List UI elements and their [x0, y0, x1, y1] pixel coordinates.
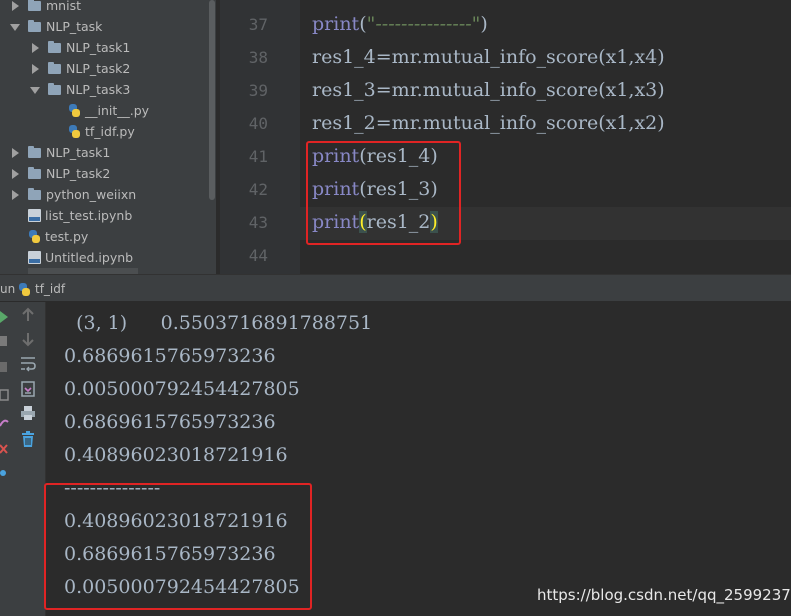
stop-icon[interactable]: [0, 334, 10, 348]
dump-threads-icon[interactable]: [0, 388, 10, 402]
tree-item-label: NLP_task1: [66, 40, 131, 55]
folder-icon: [28, 187, 41, 200]
tree-item-nlp-task2[interactable]: NLP_task2: [30, 58, 130, 79]
clear-all-icon[interactable]: [19, 430, 37, 448]
run-console-toolbar: [10, 302, 46, 616]
python-file-icon: [28, 230, 41, 243]
tree-item-list-test-ipynb[interactable]: list_test.ipynb: [28, 205, 132, 226]
tree-item-nlp-task3[interactable]: NLP_task3: [30, 79, 130, 100]
console-line: (3, 1) 0.5503716891788751: [64, 312, 373, 334]
rerun-icon[interactable]: [0, 310, 10, 324]
tree-item-init-py[interactable]: __init__.py: [68, 100, 149, 121]
tree-item-label: test.py: [45, 229, 89, 244]
print-icon[interactable]: [19, 404, 37, 422]
expand-arrow-icon[interactable]: [10, 189, 20, 200]
line-number: 42: [248, 180, 268, 199]
expand-arrow-icon[interactable]: [10, 168, 20, 179]
folder-icon: [48, 61, 61, 74]
settings-icon[interactable]: [0, 416, 10, 430]
collapse-arrow-icon[interactable]: [30, 85, 40, 95]
tree-item-label: __init__.py: [85, 103, 150, 118]
tree-item-untitled-ipynb[interactable]: Untitled.ipynb: [28, 247, 133, 268]
folder-icon: [28, 19, 41, 32]
tree-item-nlp-task2-root[interactable]: NLP_task2: [10, 163, 110, 184]
folder-icon: [28, 166, 41, 179]
folder-icon: [48, 40, 61, 53]
tree-item-nlp-task[interactable]: NLP_task: [10, 16, 102, 37]
soft-wrap-icon[interactable]: [19, 354, 37, 372]
tree-item-label: NLP_task1: [46, 145, 111, 160]
tree-item-tf-idf-py[interactable]: tf_idf.py: [68, 121, 135, 142]
close-icon[interactable]: [0, 442, 10, 456]
code-line-38[interactable]: res1_4=mr.mutual_info_score(x1,x4): [312, 41, 665, 74]
tree-item-test-py[interactable]: test.py: [28, 226, 88, 247]
scroll-down-icon[interactable]: [19, 330, 37, 348]
folder-icon: [48, 82, 61, 95]
help-icon[interactable]: [0, 466, 10, 480]
python-file-icon: [68, 104, 81, 117]
console-line: 0.005000792454427805: [64, 378, 300, 400]
scrollbar-thumb[interactable]: [209, 0, 215, 200]
line-number: 44: [248, 246, 268, 265]
run-tab-title: tf_idf: [35, 282, 66, 296]
python-file-icon: [68, 125, 81, 138]
run-tool-window-header: un tf_idf: [0, 274, 791, 302]
line-number: 40: [248, 114, 268, 133]
code-line-37[interactable]: print("---------------"): [312, 8, 488, 41]
run-side-toolbar: [0, 302, 10, 616]
pause-icon[interactable]: [0, 360, 10, 374]
line-number: 37: [248, 15, 268, 34]
run-label: un: [0, 282, 16, 296]
watermark-url: https://blog.csdn.net/qq_25992377: [537, 586, 791, 604]
console-line: 0.6869615765973236: [64, 345, 276, 367]
expand-arrow-icon[interactable]: [10, 147, 20, 158]
line-number: 39: [248, 81, 268, 100]
project-tree[interactable]: mnist NLP_task NLP_task1 NLP_task2 NLP_t…: [0, 0, 208, 274]
notebook-file-icon: [28, 209, 41, 222]
line-number: 43: [248, 213, 268, 232]
string-literal: "---------------": [366, 13, 481, 35]
python-file-icon: [18, 282, 31, 296]
tree-item-mnist[interactable]: mnist: [10, 0, 81, 16]
run-tab-tf-idf[interactable]: tf_idf: [18, 279, 65, 299]
expand-arrow-icon[interactable]: [10, 0, 20, 11]
console-line: 0.40896023018721916: [64, 444, 288, 466]
tree-item-label: NLP_task2: [46, 166, 111, 181]
scroll-to-end-icon[interactable]: [19, 380, 37, 398]
keyword-print: print: [312, 13, 360, 35]
code-line-39[interactable]: res1_3=mr.mutual_info_score(x1,x3): [312, 74, 665, 107]
tree-item-label: NLP_task3: [66, 82, 131, 97]
tree-item-label: NLP_task: [46, 19, 103, 34]
tree-item-label: NLP_task2: [66, 61, 131, 76]
line-number: 41: [248, 147, 268, 166]
tree-scrollbar[interactable]: [208, 0, 216, 274]
tree-item-label: list_test.ipynb: [45, 208, 133, 223]
output-annotation-box: [44, 483, 312, 610]
tree-item-label: mnist: [46, 0, 81, 13]
expand-arrow-icon[interactable]: [30, 63, 40, 74]
folder-icon: [28, 0, 41, 11]
paren: ): [480, 13, 488, 35]
tree-item-label: Untitled.ipynb: [45, 250, 134, 265]
line-number: 38: [248, 48, 268, 67]
paren: (: [359, 13, 367, 35]
code-annotation-box: [306, 141, 461, 245]
tree-item-nlp-task1[interactable]: NLP_task1: [30, 37, 130, 58]
code-line-40[interactable]: res1_2=mr.mutual_info_score(x1,x2): [312, 107, 665, 140]
tree-item-label: tf_idf.py: [85, 124, 135, 139]
scroll-up-icon[interactable]: [19, 306, 37, 324]
notebook-file-icon: [28, 251, 41, 264]
tree-item-nlp-task1-root[interactable]: NLP_task1: [10, 142, 110, 163]
tree-item-label: python_weiixn: [46, 187, 137, 202]
expand-arrow-icon[interactable]: [30, 42, 40, 53]
collapse-arrow-icon[interactable]: [10, 22, 20, 32]
console-line: 0.6869615765973236: [64, 411, 276, 433]
folder-icon: [28, 145, 41, 158]
tree-item-python-weiixn[interactable]: python_weiixn: [10, 184, 136, 205]
